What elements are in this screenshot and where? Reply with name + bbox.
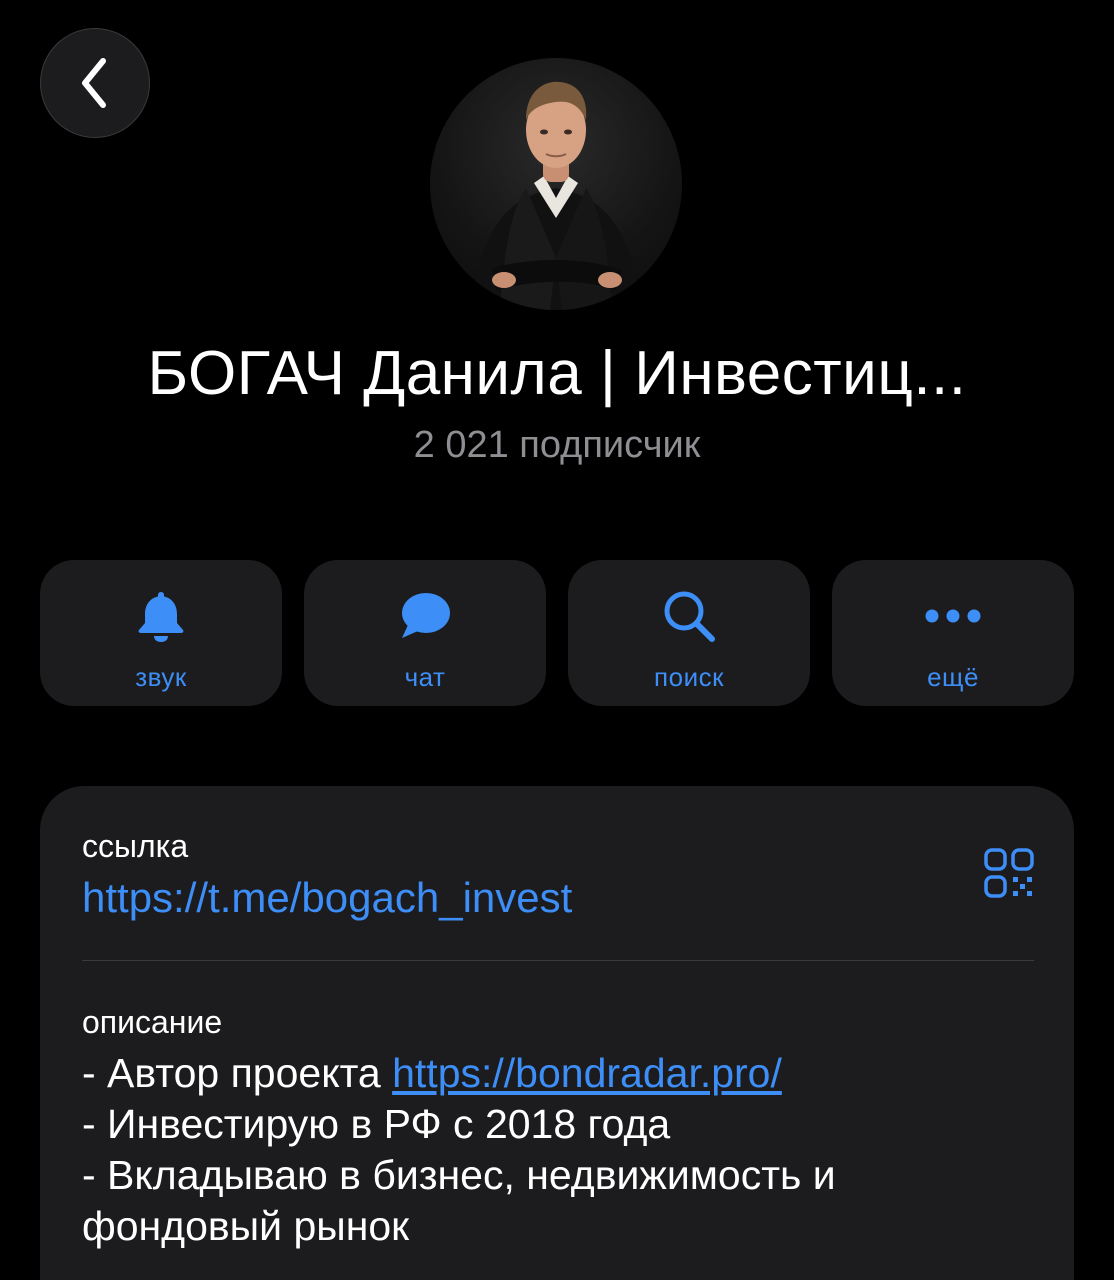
search-button[interactable]: поиск — [568, 560, 810, 706]
description-line-2: - Инвестирую в РФ с 2018 года — [82, 1101, 671, 1147]
channel-profile-screen: БОГАЧ Данила | Инвестиц... 2 021 подписч… — [0, 0, 1114, 1280]
avatar-photo — [470, 81, 642, 310]
more-dots-icon — [923, 586, 983, 646]
chat-button-label: чат — [404, 662, 446, 692]
bondradar-link[interactable]: https://bondradar.pro/ — [392, 1050, 782, 1096]
info-card: ссылка https://t.me/bogach_invest описан… — [40, 786, 1074, 1280]
search-button-label: поиск — [654, 662, 724, 692]
description-line-3: - Вкладываю в бизнес, недвижимость и — [82, 1152, 836, 1198]
channel-title: БОГАЧ Данила | Инвестиц... — [147, 339, 967, 408]
description-label: описание — [82, 1004, 223, 1040]
divider — [82, 960, 1034, 961]
description-text: - Автор проекта https://bondradar.pro/ -… — [82, 1048, 1042, 1252]
more-button-label: ещё — [927, 662, 979, 692]
subscriber-count: 2 021 подписчик — [413, 424, 701, 466]
chevron-left-icon — [82, 58, 106, 108]
bell-icon — [131, 586, 191, 646]
sound-button[interactable]: звук — [40, 560, 282, 706]
back-button[interactable] — [40, 28, 150, 138]
description-line-1: - Автор проекта https://bondradar.pro/ — [82, 1048, 1042, 1099]
description-line-4: фондовый рынок — [82, 1203, 410, 1249]
more-button[interactable]: ещё — [832, 560, 1074, 706]
qr-code-icon[interactable] — [984, 848, 1034, 898]
search-icon — [659, 586, 719, 646]
sound-button-label: звук — [135, 662, 187, 692]
action-buttons: звук чат поиск ещё — [40, 560, 1074, 706]
link-label: ссылка — [82, 828, 189, 864]
description-line-1-prefix: - Автор проекта — [82, 1050, 393, 1096]
channel-link[interactable]: https://t.me/bogach_invest — [82, 874, 572, 922]
chat-bubble-icon — [395, 586, 455, 646]
avatar[interactable] — [430, 58, 682, 310]
chat-button[interactable]: чат — [304, 560, 546, 706]
